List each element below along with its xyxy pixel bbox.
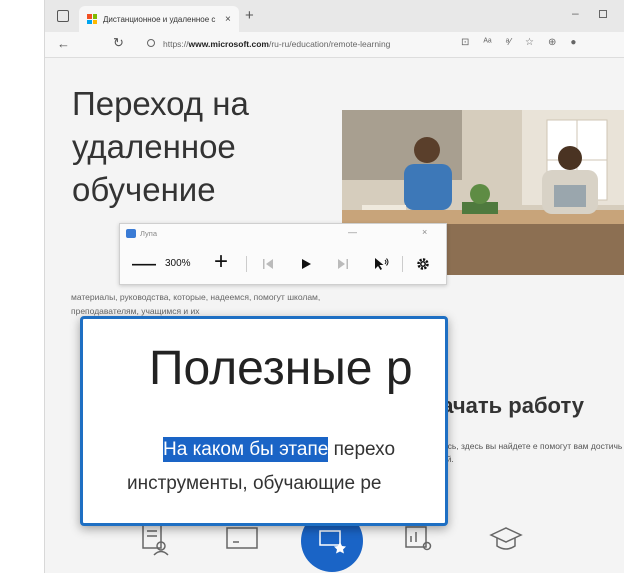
lens-text-rest: перехо — [328, 439, 396, 460]
url-domain: www.microsoft.com — [188, 39, 269, 49]
magnifier-lens: Полезные р На каком бы этапе перехо инст… — [80, 316, 448, 526]
zoom-in-button[interactable]: + — [214, 250, 228, 274]
screen: Дистанционное и удаленное с × + – ← ↻ ht… — [44, 0, 624, 573]
url-path: /ru-ru/education/remote-learning — [268, 39, 391, 49]
microsoft-logo-icon — [87, 14, 97, 24]
lock-icon[interactable] — [147, 39, 155, 47]
back-arrow-icon[interactable]: ← — [57, 36, 70, 51]
magnifier-titlebar[interactable]: Лупа — × — [120, 224, 446, 244]
play-icon[interactable] — [300, 255, 312, 273]
lens-text-line-1: На каком бы этапе перехо — [163, 437, 396, 462]
next-paragraph-icon[interactable] — [337, 255, 349, 273]
graduation-cap-icon[interactable] — [477, 510, 535, 568]
lens-heading: Полезные р — [149, 342, 413, 395]
translate-icon[interactable]: ᵃ⁄ — [506, 37, 511, 48]
zoom-out-button[interactable]: — — [132, 252, 156, 276]
new-tab-button[interactable]: + — [245, 7, 254, 24]
profile-icon[interactable]: ● — [570, 37, 576, 48]
previous-paragraph-icon[interactable] — [262, 255, 274, 273]
magnifier-close-button[interactable]: × — [422, 227, 427, 237]
read-from-here-icon[interactable] — [374, 255, 390, 273]
refresh-icon[interactable]: ↻ — [113, 35, 124, 51]
toolbar-icons: ⊡ ᴬᵃ ᵃ⁄ ☆ ⊕ ● — [461, 37, 576, 48]
settings-gear-icon[interactable] — [416, 255, 430, 273]
tab-actions-icon[interactable] — [57, 10, 69, 22]
selected-text: На каком бы этапе — [163, 437, 329, 462]
tab-strip: Дистанционное и удаленное с × + – — [45, 0, 624, 32]
maximize-window-icon[interactable] — [599, 10, 607, 18]
minimize-window-icon[interactable]: – — [572, 6, 579, 20]
collections-icon[interactable]: ⊕ — [548, 37, 556, 48]
read-aloud-icon[interactable]: ᴬᵃ — [483, 37, 491, 48]
reader-view-icon[interactable]: ⊡ — [461, 37, 469, 48]
magnifier-title: Лупа — [140, 229, 157, 238]
address-bar[interactable]: https://www.microsoft.com/ru-ru/educatio… — [163, 39, 390, 49]
magnifier-app-icon — [126, 229, 136, 238]
url-prefix: https:// — [163, 39, 189, 49]
lens-text-line-2: инструменты, обучающие ре — [127, 473, 382, 494]
magnifier-minimize-button[interactable]: — — [348, 227, 357, 237]
separator — [246, 256, 247, 272]
magnifier-toolbar: Лупа — × — 300% + — [119, 223, 447, 285]
address-toolbar: ← ↻ https://www.microsoft.com/ru-ru/educ… — [45, 32, 624, 58]
intro-text: материалы, руководства, которые, надеемс… — [71, 292, 321, 316]
tab-title: Дистанционное и удаленное с — [103, 14, 216, 24]
favorite-star-icon[interactable]: ☆ — [525, 37, 534, 48]
magnifier-controls: — 300% + — [120, 250, 446, 282]
page-title: Переход на удаленное обучение — [72, 85, 249, 208]
separator — [402, 256, 403, 272]
browser-tab[interactable]: Дистанционное и удаленное с × — [79, 6, 239, 32]
zoom-level: 300% — [165, 258, 191, 269]
tab-close-icon[interactable]: × — [225, 14, 231, 25]
